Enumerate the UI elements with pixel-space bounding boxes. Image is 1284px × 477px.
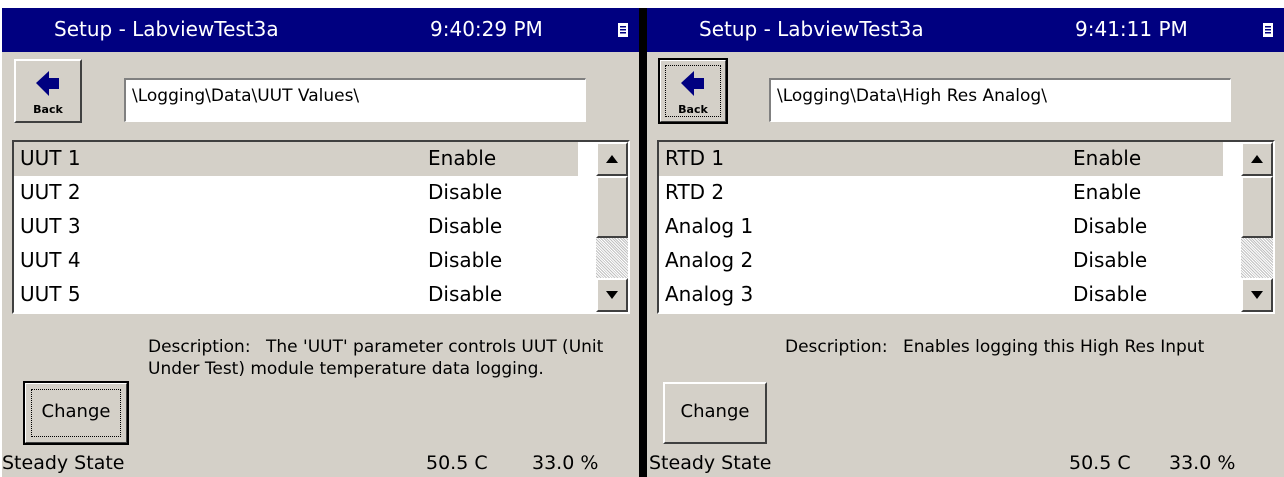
item-name: UUT 4 [20, 248, 81, 272]
list-item[interactable]: UUT 2 Disable [14, 176, 578, 210]
clock: 9:40:29 PM [430, 17, 543, 41]
list-item[interactable]: UUT 3 Disable [14, 210, 578, 244]
description-text: Enables logging this High Res Input [903, 337, 1205, 357]
item-name: UUT 1 [20, 146, 81, 170]
scroll-up-button[interactable] [596, 142, 628, 176]
window-title: Setup - LabviewTest3a [699, 17, 924, 41]
scroll-thumb[interactable] [596, 176, 628, 238]
sip-icon[interactable] [617, 22, 629, 38]
item-name: RTD 2 [665, 180, 725, 204]
divider [639, 8, 647, 477]
scroll-down-button[interactable] [1241, 278, 1273, 312]
list-item[interactable]: UUT 5 Disable [14, 278, 578, 312]
item-value: Disable [1073, 248, 1148, 272]
vertical-scrollbar[interactable] [1241, 142, 1273, 312]
item-value: Disable [428, 180, 503, 204]
path-field: \Logging\Data\UUT Values\ [124, 78, 586, 122]
status-temperature: 50.5 C [1069, 452, 1131, 474]
status-percent: 33.0 % [1169, 452, 1236, 474]
change-button[interactable]: Change [663, 382, 767, 444]
parameter-list[interactable]: UUT 1 Enable UUT 2 Disable UUT 3 Disable… [12, 140, 630, 314]
list-item[interactable]: UUT 1 Enable [14, 142, 578, 176]
status-temperature: 50.5 C [426, 452, 488, 474]
clock: 9:41:11 PM [1075, 17, 1188, 41]
status-percent: 33.0 % [532, 452, 599, 474]
window-title: Setup - LabviewTest3a [54, 17, 279, 41]
scroll-down-button[interactable] [596, 278, 628, 312]
scroll-thumb[interactable] [1241, 176, 1273, 238]
scroll-up-icon [1251, 155, 1263, 163]
item-value: Enable [428, 146, 497, 170]
setup-window-uut: Setup - LabviewTest3a 9:40:29 PM Back \L… [2, 8, 639, 477]
list-item[interactable]: Analog 3 Disable [659, 278, 1223, 312]
description-text: The 'UUT' parameter controls UUT (Unit U… [148, 337, 604, 379]
item-value: Disable [428, 214, 503, 238]
item-value: Disable [1073, 282, 1148, 306]
scroll-down-icon [606, 291, 618, 299]
left-arrow-icon [681, 71, 704, 96]
item-value: Enable [1073, 180, 1142, 204]
path-field: \Logging\Data\High Res Analog\ [769, 78, 1231, 122]
back-label: Back [678, 103, 708, 116]
title-bar: Setup - LabviewTest3a 9:40:29 PM [2, 8, 639, 52]
item-name: UUT 5 [20, 282, 81, 306]
status-state: Steady State [2, 452, 125, 474]
status-state: Steady State [649, 452, 772, 474]
list-item[interactable]: UUT 4 Disable [14, 244, 578, 278]
item-value: Disable [428, 248, 503, 272]
change-button[interactable]: Change [23, 381, 129, 445]
description-label: Description: [785, 337, 888, 357]
back-button[interactable]: Back [658, 58, 728, 124]
left-arrow-icon [36, 71, 59, 96]
sip-icon[interactable] [1262, 22, 1274, 38]
setup-window-high-res-analog: Setup - LabviewTest3a 9:41:11 PM Back \L… [647, 8, 1284, 477]
list-item[interactable]: Analog 1 Disable [659, 210, 1223, 244]
top-cropped-strip [0, 0, 1284, 8]
item-name: UUT 2 [20, 180, 81, 204]
item-value: Disable [428, 282, 503, 306]
item-name: RTD 1 [665, 146, 725, 170]
back-button[interactable]: Back [14, 59, 82, 123]
list-item[interactable]: RTD 1 Enable [659, 142, 1223, 176]
item-name: Analog 1 [665, 214, 754, 238]
item-value: Disable [1073, 214, 1148, 238]
parameter-list[interactable]: RTD 1 Enable RTD 2 Enable Analog 1 Disab… [657, 140, 1275, 314]
list-item[interactable]: Analog 2 Disable [659, 244, 1223, 278]
list-item[interactable]: RTD 2 Enable [659, 176, 1223, 210]
item-value: Enable [1073, 146, 1142, 170]
vertical-scrollbar[interactable] [596, 142, 628, 312]
item-name: Analog 3 [665, 282, 754, 306]
scroll-down-icon [1251, 291, 1263, 299]
back-label: Back [33, 103, 63, 116]
item-name: Analog 2 [665, 248, 754, 272]
item-name: UUT 3 [20, 214, 81, 238]
title-bar: Setup - LabviewTest3a 9:41:11 PM [647, 8, 1284, 52]
scroll-up-icon [606, 155, 618, 163]
scroll-up-button[interactable] [1241, 142, 1273, 176]
